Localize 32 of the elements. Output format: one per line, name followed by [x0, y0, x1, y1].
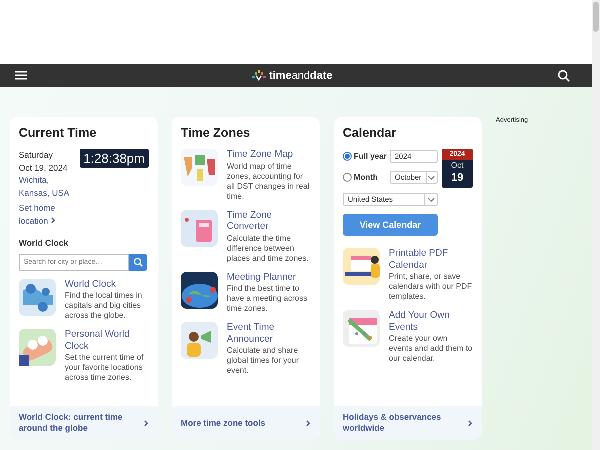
item-title-link[interactable]: Add Your Own Events [389, 310, 473, 333]
weekday-text: Saturday [19, 149, 54, 162]
card-title: Calendar [343, 126, 398, 140]
footer-link[interactable]: More time zone tools [172, 406, 320, 440]
item-title-link[interactable]: World Clock [65, 278, 149, 290]
logo-text[interactable]: timeanddate [269, 70, 333, 82]
date-text: Oct 19, 2024 [19, 162, 69, 174]
item-title-link[interactable]: Time Zone Map [227, 149, 311, 160]
set-home-link[interactable]: Set home location [19, 202, 77, 227]
item-title-link[interactable]: Time Zone Converter [227, 210, 311, 232]
footer-link[interactable]: World Clock: current time around the globe [10, 406, 158, 440]
item-description: Calculate the time difference between places and time zones. [227, 234, 310, 264]
footer-link[interactable]: Holidays & observances worldwide [334, 406, 482, 440]
item-description: World map of time zones, accounting for all DST changes in real time. [227, 162, 311, 202]
item-title-link[interactable]: Printable PDF Calendar [389, 248, 473, 271]
radio-option[interactable]: Month [343, 173, 390, 182]
view-calendar-button[interactable]: View Calendar [343, 214, 438, 236]
card-title: Current Time [19, 126, 98, 140]
item-description: Set the current time of your favorite locations across time zones. [65, 353, 145, 383]
item-description: Find the best time to have a meeting across time zones. [227, 284, 308, 314]
clock-display: 1:28:38pm [80, 149, 149, 168]
item-description: Create your own events and add them to our calendar. [389, 334, 473, 364]
radio-option[interactable]: Full year [343, 152, 390, 161]
item-title-link[interactable]: Meeting Planner [227, 272, 311, 283]
location-link[interactable]: Wichita, Kansas, USA [19, 174, 72, 199]
item-title-link[interactable]: Personal World Clock [65, 329, 149, 352]
item-description: Find the local times in capitals and big cities across the globe. [65, 291, 144, 321]
card-title: Time Zones [181, 126, 252, 140]
item-title-link[interactable]: Event Time Announcer [227, 322, 311, 345]
section-heading: World Clock [19, 237, 70, 250]
item-description: Calculate and share global times for your event. [227, 346, 300, 376]
item-description: Print, share, or save calendars with our PDF templates. [389, 272, 473, 302]
